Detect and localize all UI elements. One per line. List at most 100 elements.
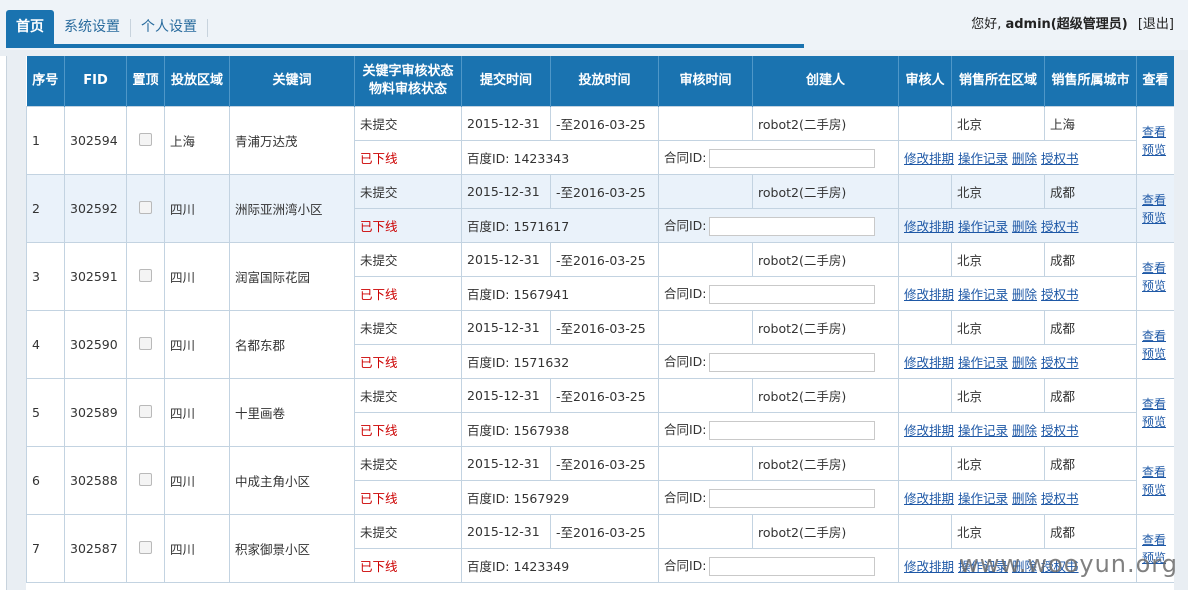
- tab-system-settings[interactable]: 系统设置: [54, 10, 130, 44]
- contract-id-input[interactable]: [708, 421, 875, 440]
- cell-view: 查看 预览: [1136, 310, 1174, 379]
- top-checkbox[interactable]: [139, 336, 152, 350]
- authorization-link[interactable]: 授权书: [1041, 355, 1079, 370]
- cell-sales-region: 北京: [951, 378, 1045, 413]
- cell-view: 查看 预览: [1136, 106, 1174, 175]
- authorization-link[interactable]: 授权书: [1041, 491, 1079, 506]
- contract-id-input[interactable]: [708, 353, 875, 372]
- contract-id-label: 合同ID:: [664, 422, 707, 437]
- operation-log-link[interactable]: 操作记录: [958, 491, 1008, 506]
- top-checkbox[interactable]: [139, 540, 152, 554]
- cell-sales-city: 成都: [1044, 446, 1137, 481]
- authorization-link[interactable]: 授权书: [1041, 151, 1079, 166]
- table-header-row: 序号 FID 置顶 投放区域 关键词 关键字审核状态 物料审核状态 提交时间 投…: [26, 56, 1174, 107]
- top-checkbox[interactable]: [139, 132, 152, 146]
- contract-id-input[interactable]: [708, 149, 875, 168]
- view-link[interactable]: 查看: [1142, 465, 1166, 479]
- preview-link[interactable]: 预览: [1142, 415, 1166, 429]
- cell-baidu-id: 百度ID: 1571632: [461, 344, 659, 379]
- authorization-link[interactable]: 授权书: [1041, 423, 1079, 438]
- preview-link[interactable]: 预览: [1142, 347, 1166, 361]
- delete-link[interactable]: 删除: [1012, 491, 1037, 506]
- cell-fid: 302588: [64, 446, 127, 515]
- preview-link[interactable]: 预览: [1142, 143, 1166, 157]
- table-row: 3 302591 四川 润富国际花园 未提交 2015-12-31 -至2016-03-25…: [26, 242, 1174, 311]
- cell-offline-status: 已下线: [354, 208, 462, 243]
- delete-link[interactable]: 删除: [1012, 287, 1037, 302]
- baidu-id-label: 百度ID:: [467, 151, 510, 166]
- cell-baidu-id: 百度ID: 1567929: [461, 480, 659, 515]
- baidu-id-value: 1567941: [513, 287, 570, 302]
- main-tabs: 首页 系统设置 个人设置: [6, 10, 208, 44]
- contract-id-input[interactable]: [708, 489, 875, 508]
- preview-link[interactable]: 预览: [1142, 211, 1166, 225]
- cell-put-time: -至2016-03-25: [550, 378, 659, 413]
- view-link[interactable]: 查看: [1142, 125, 1166, 139]
- edit-schedule-link[interactable]: 修改排期: [904, 151, 954, 166]
- cell-region: 四川: [164, 514, 230, 583]
- logout-bracket-close: ]: [1168, 17, 1174, 32]
- user-bar: 您好, admin(超级管理员) [退出]: [971, 13, 1174, 32]
- operation-log-link[interactable]: 操作记录: [958, 355, 1008, 370]
- tab-personal-settings[interactable]: 个人设置: [131, 10, 207, 44]
- preview-link[interactable]: 预览: [1142, 279, 1166, 293]
- top-checkbox[interactable]: [139, 200, 152, 214]
- table-row: 7 302587 四川 积家御景小区 未提交 2015-12-31 -至2016-03-25…: [26, 514, 1174, 583]
- view-link[interactable]: 查看: [1142, 397, 1166, 411]
- cell-offline-status: 已下线: [354, 548, 462, 583]
- authorization-link[interactable]: 授权书: [1041, 219, 1079, 234]
- edit-schedule-link[interactable]: 修改排期: [904, 423, 954, 438]
- cell-baidu-id: 百度ID: 1567938: [461, 412, 659, 447]
- edit-schedule-link[interactable]: 修改排期: [904, 491, 954, 506]
- tab-divider: [207, 19, 208, 37]
- contract-id-input[interactable]: [708, 557, 875, 576]
- cell-region: 四川: [164, 174, 230, 243]
- cell-review-time: [658, 378, 753, 413]
- delete-link[interactable]: 删除: [1012, 355, 1037, 370]
- cell-top: [126, 242, 165, 311]
- view-link[interactable]: 查看: [1142, 533, 1166, 547]
- contract-id-input[interactable]: [708, 285, 875, 304]
- operation-log-link[interactable]: 操作记录: [958, 423, 1008, 438]
- cell-reviewer: [898, 514, 952, 549]
- cell-contract-id: 合同ID:: [658, 344, 899, 379]
- preview-link[interactable]: 预览: [1142, 483, 1166, 497]
- cell-keyword: 名都东郡: [229, 310, 355, 379]
- cell-top: [126, 174, 165, 243]
- top-checkbox[interactable]: [139, 472, 152, 486]
- baidu-id-label: 百度ID:: [467, 423, 510, 438]
- col-header-status-keyword: 关键字审核状态: [362, 64, 454, 79]
- authorization-link[interactable]: 授权书: [1041, 287, 1079, 302]
- baidu-id-value: 1567938: [513, 423, 570, 438]
- edit-schedule-link[interactable]: 修改排期: [904, 559, 954, 574]
- col-header-view: 查看: [1136, 56, 1174, 107]
- cell-status: 未提交: [354, 242, 462, 277]
- top-checkbox[interactable]: [139, 404, 152, 418]
- delete-link[interactable]: 删除: [1012, 423, 1037, 438]
- table-row: 2 302592 四川 洲际亚洲湾小区 未提交 2015-12-31 -至2016-03-2…: [26, 174, 1174, 243]
- operation-log-link[interactable]: 操作记录: [958, 151, 1008, 166]
- contract-id-input[interactable]: [708, 217, 875, 236]
- cell-actions: 修改排期 操作记录 删除 授权书: [898, 208, 1137, 243]
- operation-log-link[interactable]: 操作记录: [958, 219, 1008, 234]
- view-link[interactable]: 查看: [1142, 193, 1166, 207]
- col-header-fid: FID: [64, 56, 127, 107]
- cell-view: 查看 预览: [1136, 174, 1174, 243]
- col-header-status: 关键字审核状态 物料审核状态: [354, 56, 462, 107]
- edit-schedule-link[interactable]: 修改排期: [904, 355, 954, 370]
- table-row: 6 302588 四川 中成主角小区 未提交 2015-12-31 -至2016-03-25…: [26, 446, 1174, 515]
- cell-contract-id: 合同ID:: [658, 140, 899, 175]
- cell-seq: 5: [26, 378, 65, 447]
- content-panel: 序号 FID 置顶 投放区域 关键词 关键字审核状态 物料审核状态 提交时间 投…: [26, 56, 1174, 590]
- view-link[interactable]: 查看: [1142, 329, 1166, 343]
- edit-schedule-link[interactable]: 修改排期: [904, 287, 954, 302]
- delete-link[interactable]: 删除: [1012, 219, 1037, 234]
- edit-schedule-link[interactable]: 修改排期: [904, 219, 954, 234]
- view-link[interactable]: 查看: [1142, 261, 1166, 275]
- delete-link[interactable]: 删除: [1012, 151, 1037, 166]
- col-header-submit-time: 提交时间: [461, 56, 551, 107]
- logout-link[interactable]: 退出: [1143, 17, 1169, 32]
- operation-log-link[interactable]: 操作记录: [958, 287, 1008, 302]
- top-checkbox[interactable]: [139, 268, 152, 282]
- tab-home[interactable]: 首页: [6, 10, 54, 44]
